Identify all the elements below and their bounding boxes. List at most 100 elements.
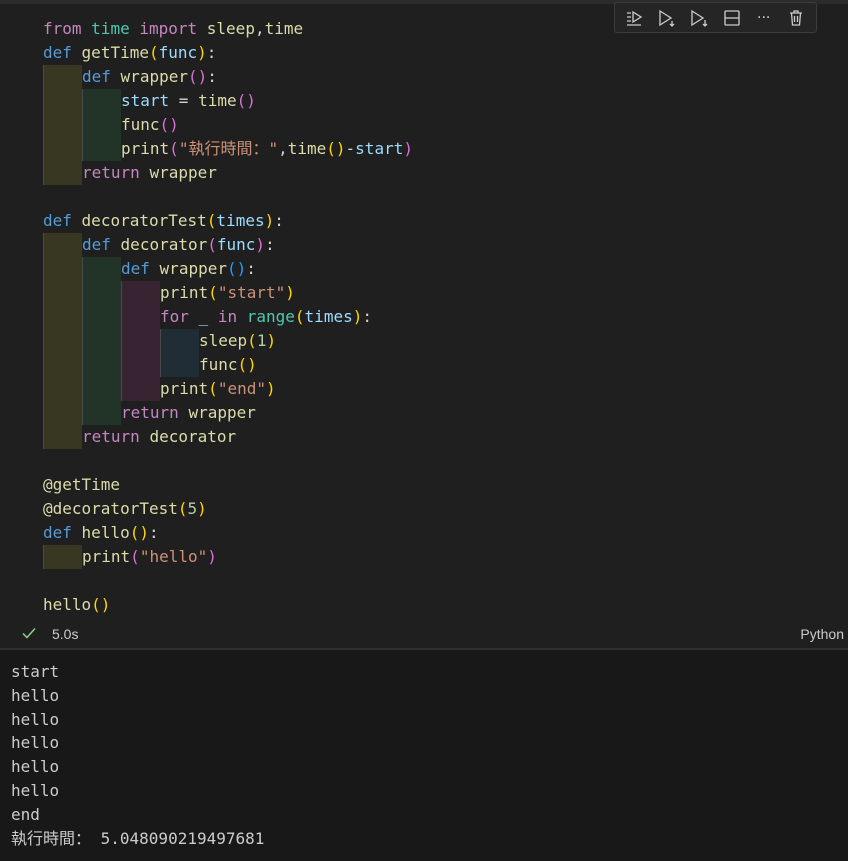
code-token: 1	[256, 331, 267, 350]
code-token: )	[197, 43, 207, 62]
code-cell[interactable]: from time import sleep,time def getTime(f…	[0, 0, 848, 650]
code-line[interactable]: func()	[43, 113, 843, 137]
code-token: def	[43, 211, 72, 230]
code-token: _	[198, 307, 209, 326]
delete-cell-button[interactable]	[783, 5, 809, 31]
execute-above-cells-button[interactable]	[622, 5, 648, 31]
code-line-content: def decorator(func):	[82, 235, 275, 254]
code-line-content: @decoratorTest(5)	[43, 499, 207, 518]
execute-and-move-button[interactable]	[686, 5, 712, 31]
output-line: hello	[11, 733, 60, 753]
code-token: print	[121, 139, 170, 158]
code-token: ()	[187, 67, 208, 86]
indent-guide	[43, 377, 82, 401]
code-token: time	[198, 91, 237, 110]
code-line[interactable]: func()	[43, 353, 843, 377]
code-token: func	[121, 115, 160, 134]
code-line[interactable]: return decorator	[43, 425, 843, 449]
code-token: from	[43, 19, 82, 38]
code-token: )	[255, 235, 266, 254]
code-token: range	[246, 307, 295, 326]
code-token: sleep	[199, 331, 248, 350]
indent-guide	[43, 65, 82, 89]
code-line-content: def hello():	[43, 523, 159, 542]
code-line-content: for _ in range(times):	[160, 307, 372, 326]
code-line[interactable]: start = time()	[43, 89, 843, 113]
indent-guide	[82, 401, 121, 425]
indent-guide	[43, 425, 82, 449]
code-token: time	[91, 19, 130, 38]
code-line-content: func()	[121, 115, 179, 134]
code-editor[interactable]: from time import sleep,time def getTime(f…	[43, 17, 843, 617]
code-token: ()	[159, 115, 179, 134]
code-token: )	[352, 307, 363, 326]
code-token: -	[345, 139, 356, 158]
code-line[interactable]: return wrapper	[43, 161, 843, 185]
code-line[interactable]: @getTime	[43, 473, 843, 497]
indent-guide	[82, 113, 121, 137]
code-token: )	[264, 211, 275, 230]
ellipsis-icon: ···	[757, 9, 771, 26]
indent-guide	[82, 353, 121, 377]
code-token: (	[177, 499, 188, 518]
code-line[interactable]: print("start")	[43, 281, 843, 305]
code-line[interactable]: def getTime(func):	[43, 41, 843, 65]
code-line[interactable]: sleep(1)	[43, 329, 843, 353]
code-token: decorator	[120, 235, 208, 254]
indent-guide	[121, 329, 160, 353]
code-token: )	[266, 331, 277, 350]
indent-guide	[82, 329, 121, 353]
code-token: (	[206, 211, 217, 230]
split-cell-button[interactable]	[719, 5, 745, 31]
code-token: time	[287, 139, 327, 158]
language-selector[interactable]: Python	[800, 626, 844, 642]
code-line[interactable]	[43, 569, 843, 593]
code-line[interactable]: for _ in range(times):	[43, 305, 843, 329]
code-token: for	[160, 307, 189, 326]
code-token: start	[355, 139, 404, 158]
code-token: def	[82, 235, 111, 254]
code-token: )	[265, 379, 276, 398]
code-token: print	[160, 379, 209, 398]
code-line[interactable]: hello()	[43, 593, 843, 617]
code-line[interactable]	[43, 449, 843, 473]
code-line[interactable]: def wrapper():	[43, 65, 843, 89]
code-line-content: print("end")	[160, 379, 276, 398]
indent-guide	[43, 401, 82, 425]
code-token: )	[207, 547, 217, 566]
code-token: (	[148, 43, 159, 62]
code-line[interactable]: def hello():	[43, 521, 843, 545]
code-token: :	[148, 523, 159, 542]
code-token: (	[208, 379, 218, 398]
code-token: :	[207, 67, 217, 86]
code-line[interactable]: def wrapper():	[43, 257, 843, 281]
code-token: :	[246, 259, 256, 278]
code-token: getTime	[81, 43, 149, 62]
code-token: "start"	[217, 283, 286, 302]
code-line[interactable]: print("執行時間：",time()-start)	[43, 137, 843, 161]
code-line-content: start = time()	[121, 91, 256, 110]
cell-status-bar: 5.0s Python	[0, 620, 848, 648]
code-line[interactable]: print("end")	[43, 377, 843, 401]
indent-guide	[121, 281, 160, 305]
code-token: (	[247, 331, 257, 350]
more-actions-button[interactable]: ···	[751, 5, 777, 31]
code-token: wrapper	[149, 163, 217, 182]
indent-guide	[82, 377, 121, 401]
code-line-content: return decorator	[82, 427, 236, 446]
execute-cell-and-below-button[interactable]	[654, 5, 680, 31]
code-line[interactable]: print("hello")	[43, 545, 843, 569]
code-token: ()	[237, 355, 257, 374]
code-line[interactable]: @decoratorTest(5)	[43, 497, 843, 521]
code-line[interactable]: def decorator(func):	[43, 233, 843, 257]
code-line[interactable]	[43, 185, 843, 209]
output-line: hello	[11, 757, 60, 777]
code-line[interactable]: return wrapper	[43, 401, 843, 425]
indent-guide	[43, 137, 82, 161]
code-line[interactable]: def decoratorTest(times):	[43, 209, 843, 233]
code-token: ()	[236, 91, 256, 110]
code-line-content: sleep(1)	[199, 331, 276, 350]
